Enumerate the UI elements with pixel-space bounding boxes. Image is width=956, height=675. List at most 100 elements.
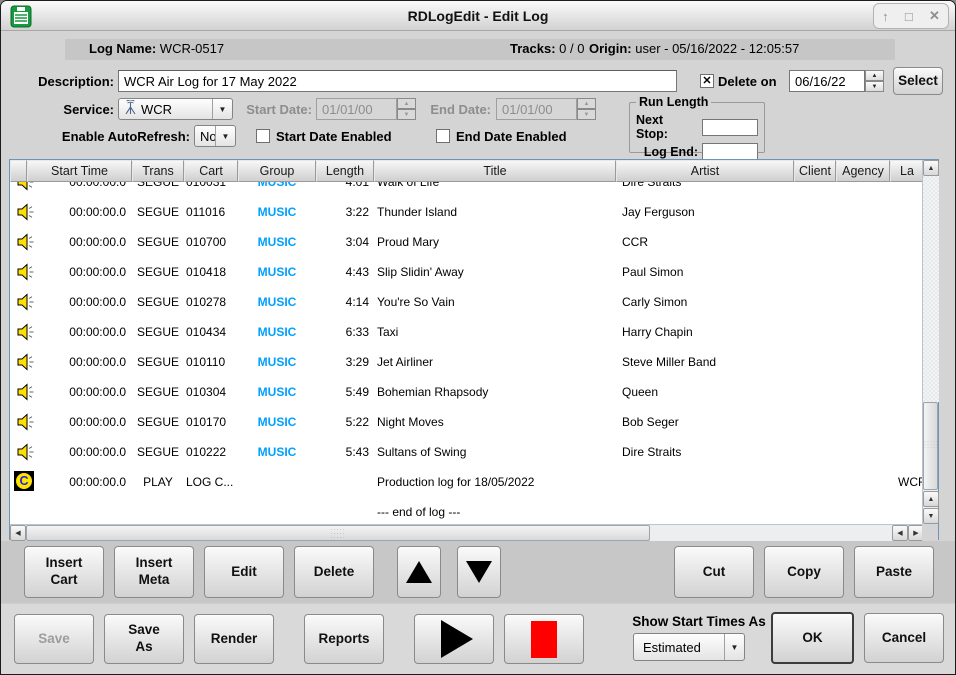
- vertical-scrollbar[interactable]: ▲ ··············· ▲ ▼: [922, 160, 938, 524]
- show-start-times-combo-arrow-icon[interactable]: ▼: [724, 634, 744, 660]
- close-window-icon[interactable]: ✕: [929, 8, 940, 24]
- stop-button[interactable]: [504, 614, 584, 664]
- date-spin-down-icon[interactable]: ▼: [865, 81, 884, 92]
- copy-button[interactable]: Copy: [764, 546, 844, 598]
- log-end-label: Log End:: [644, 145, 698, 159]
- cancel-button[interactable]: Cancel: [864, 613, 944, 663]
- delete-on-checkbox[interactable]: ✕: [700, 74, 714, 88]
- cell-artist: Paul Simon: [616, 257, 794, 287]
- cell-cart: 010170: [184, 407, 238, 437]
- column-header-cart[interactable]: Cart: [184, 160, 238, 182]
- save-button[interactable]: Save: [14, 614, 94, 664]
- log-end-field[interactable]: [702, 143, 758, 160]
- autorefresh-combobox[interactable]: No ▼: [194, 125, 236, 147]
- service-combo-arrow-icon[interactable]: ▼: [212, 99, 232, 119]
- cut-button[interactable]: Cut: [674, 546, 754, 598]
- end-date-enabled-checkbox[interactable]: [436, 129, 450, 143]
- cell-client: [794, 257, 836, 287]
- log-name-group: Log Name: WCR-0517: [89, 41, 224, 56]
- cell-title: Slip Slidin' Away: [374, 257, 616, 287]
- vertical-scroll-track[interactable]: [923, 176, 939, 402]
- log-row[interactable]: 00:00:00.0SEGUE010278MUSIC4:14You're So …: [10, 287, 924, 317]
- cell-group: MUSIC: [238, 227, 316, 257]
- description-input[interactable]: [118, 70, 677, 92]
- reports-button[interactable]: Reports: [304, 614, 384, 664]
- maximize-window-icon[interactable]: □: [905, 9, 913, 24]
- render-button[interactable]: Render: [194, 614, 274, 664]
- scroll-up-icon[interactable]: ▲: [923, 160, 939, 176]
- log-row[interactable]: C00:00:00.0PLAYLOG C...Production log fo…: [10, 467, 924, 497]
- log-row[interactable]: 00:00:00.0SEGUE010434MUSIC6:33TaxiHarry …: [10, 317, 924, 347]
- cell-trans: SEGUE: [132, 197, 184, 227]
- column-header-client[interactable]: Client: [794, 160, 836, 182]
- column-header-start_time[interactable]: Start Time: [27, 160, 132, 182]
- play-button[interactable]: [414, 614, 494, 664]
- cell-trans: SEGUE: [132, 407, 184, 437]
- date-spin-up-icon: ▲: [397, 98, 416, 109]
- cell-length: 4:01: [316, 182, 374, 197]
- move-up-button[interactable]: [397, 546, 441, 598]
- scroll-left-icon[interactable]: ◀: [892, 525, 908, 541]
- service-combobox[interactable]: WCR ▼: [118, 98, 233, 120]
- horizontal-scroll-thumb[interactable]: ···············: [26, 525, 650, 541]
- autorefresh-combo-arrow-icon[interactable]: ▼: [215, 126, 235, 146]
- cell-icon: [10, 257, 27, 287]
- log-row[interactable]: 00:00:00.0SEGUE010110MUSIC3:29Jet Airlin…: [10, 347, 924, 377]
- delete-button[interactable]: Delete: [294, 546, 374, 598]
- cell-start_time: 00:00:00.0: [27, 287, 132, 317]
- show-start-times-combobox[interactable]: Estimated ▼: [633, 633, 745, 661]
- log-row[interactable]: 00:00:00.0SEGUE010222MUSIC5:43Sultans of…: [10, 437, 924, 467]
- paste-button[interactable]: Paste: [854, 546, 934, 598]
- insert-cart-button[interactable]: Insert Cart: [24, 546, 104, 598]
- run-length-group: Run Length Next Stop: Log End:: [629, 95, 765, 153]
- delete-date-spinbox[interactable]: 06/16/22 ▲ ▼: [789, 70, 884, 92]
- select-button[interactable]: Select: [893, 67, 943, 95]
- horizontal-scrollbar[interactable]: ◀ ··············· ◀ ▶: [10, 524, 924, 541]
- vertical-scroll-thumb[interactable]: ···············: [923, 402, 938, 490]
- delete-date-value[interactable]: 06/16/22: [789, 70, 865, 92]
- column-header-title[interactable]: Title: [374, 160, 616, 182]
- column-header-label[interactable]: La: [890, 160, 924, 182]
- column-header-agency[interactable]: Agency: [836, 160, 890, 182]
- ok-button[interactable]: OK: [771, 612, 854, 664]
- log-row[interactable]: 00:00:00.0SEGUE010700MUSIC3:04Proud Mary…: [10, 227, 924, 257]
- column-header-artist[interactable]: Artist: [616, 160, 794, 182]
- log-row[interactable]: 00:00:00.0SEGUE011016MUSIC3:22Thunder Is…: [10, 197, 924, 227]
- scroll-down-icon[interactable]: ▼: [923, 508, 939, 524]
- log-row[interactable]: 00:00:00.0SEGUE010170MUSIC5:22Night Move…: [10, 407, 924, 437]
- start-date-enabled-checkbox[interactable]: [256, 129, 270, 143]
- insert-meta-button[interactable]: Insert Meta: [114, 546, 194, 598]
- next-stop-field[interactable]: [702, 119, 758, 136]
- cell-group: MUSIC: [238, 347, 316, 377]
- log-row[interactable]: 00:00:00.0SEGUE010304MUSIC5:49Bohemian R…: [10, 377, 924, 407]
- scroll-up-icon[interactable]: ▲: [923, 491, 939, 507]
- audio-speaker-icon: [14, 261, 36, 286]
- log-row[interactable]: 00:00:00.0SEGUE010031MUSIC4:01Walk of Li…: [10, 182, 924, 197]
- move-down-button[interactable]: [457, 546, 501, 598]
- cell-cart: 010278: [184, 287, 238, 317]
- cell-agency: [836, 467, 890, 497]
- service-label: Service:: [41, 102, 114, 117]
- cell-title: Walk of Life: [374, 182, 616, 197]
- column-header-length[interactable]: Length: [316, 160, 374, 182]
- column-header-trans[interactable]: Trans: [132, 160, 184, 182]
- column-header-icon[interactable]: [10, 160, 27, 182]
- save-as-button[interactable]: Save As: [104, 614, 184, 664]
- cell-client: [794, 347, 836, 377]
- cell-start_time: 00:00:00.0: [27, 407, 132, 437]
- shade-window-icon[interactable]: ↑: [882, 9, 889, 24]
- title-bar[interactable]: RDLogEdit - Edit Log ↑ □ ✕: [1, 1, 955, 31]
- edit-button[interactable]: Edit: [204, 546, 284, 598]
- scroll-left-icon[interactable]: ◀: [10, 525, 26, 541]
- column-header-group[interactable]: Group: [238, 160, 316, 182]
- date-spin-up-icon[interactable]: ▲: [865, 70, 884, 81]
- log-name-value: WCR-0517: [160, 41, 224, 56]
- cell-title: Bohemian Rhapsody: [374, 377, 616, 407]
- cell-trans: PLAY: [132, 467, 184, 497]
- end-of-log-row[interactable]: --- end of log ---: [10, 497, 924, 524]
- service-value: WCR: [141, 102, 172, 117]
- cell-start_time: 00:00:00.0: [27, 437, 132, 467]
- log-row[interactable]: 00:00:00.0SEGUE010418MUSIC4:43Slip Slidi…: [10, 257, 924, 287]
- cell-label: WCR-: [890, 467, 924, 497]
- cell-label: [890, 287, 924, 317]
